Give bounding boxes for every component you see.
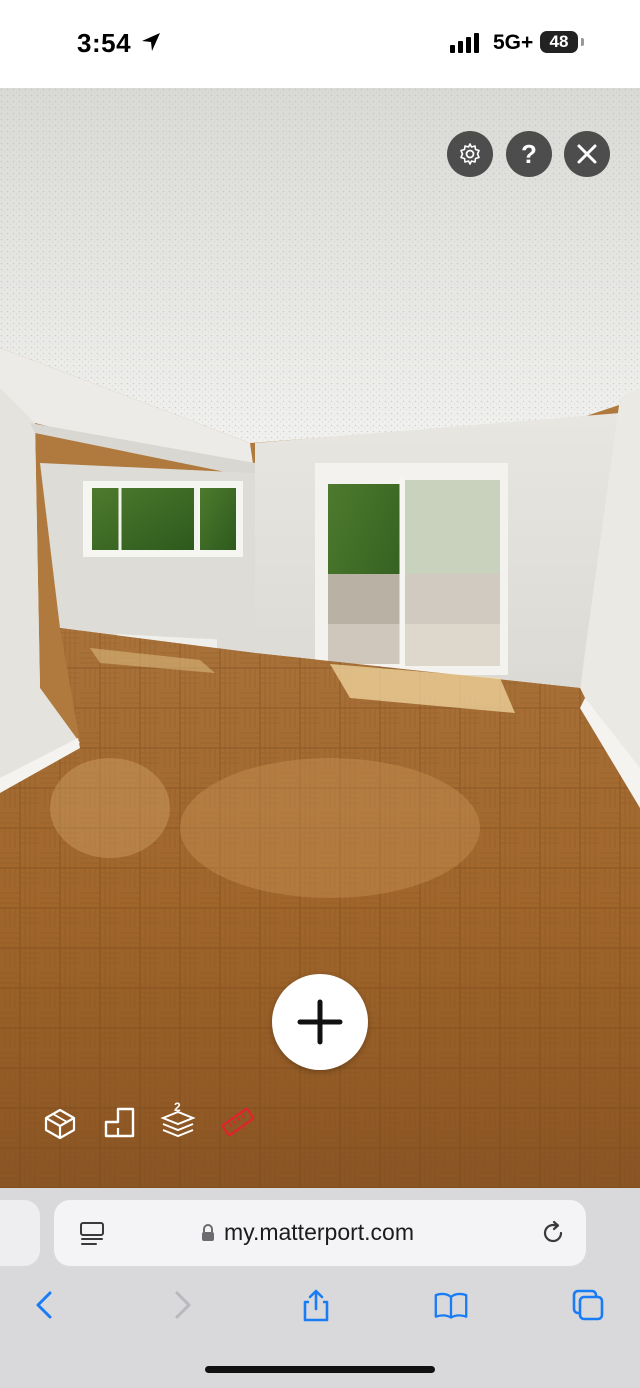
forward-icon[interactable]	[165, 1288, 199, 1322]
measure-tape-icon[interactable]	[220, 1104, 256, 1140]
battery-icon: 48	[540, 31, 578, 53]
reload-icon[interactable]	[540, 1220, 566, 1246]
share-icon[interactable]	[299, 1288, 333, 1322]
floor-count: 2	[174, 1100, 181, 1114]
settings-button[interactable]	[447, 131, 493, 177]
lock-icon	[202, 1224, 214, 1241]
close-button[interactable]	[564, 131, 610, 177]
floorplan-icon[interactable]	[102, 1104, 138, 1140]
cell-signal-icon	[450, 33, 479, 53]
close-x-icon	[577, 144, 597, 164]
address-bar[interactable]: my.matterport.com	[54, 1200, 586, 1266]
battery-cap	[581, 38, 584, 46]
dollhouse-icon[interactable]	[42, 1104, 78, 1140]
previous-tab-peek[interactable]	[0, 1200, 40, 1266]
add-button[interactable]	[272, 974, 368, 1070]
status-bar: 3:54 5G+ 48	[0, 0, 640, 88]
help-question-icon: ?	[521, 138, 537, 169]
url-text: my.matterport.com	[224, 1219, 414, 1245]
reader-icon[interactable]	[78, 1220, 106, 1248]
help-button[interactable]: ?	[506, 131, 552, 177]
settings-gear-icon	[460, 143, 480, 165]
location-arrow-icon	[142, 33, 160, 51]
back-icon[interactable]	[28, 1288, 62, 1322]
tabs-icon[interactable]	[571, 1288, 605, 1322]
plus-icon	[297, 999, 343, 1045]
matterport-viewer[interactable]: ? 2	[0, 88, 640, 1188]
status-time: 3:54	[77, 28, 132, 58]
network-type: 5G+	[493, 31, 534, 54]
bookmarks-icon[interactable]	[434, 1288, 468, 1322]
browser-toolbar: my.matterport.com	[0, 1188, 640, 1388]
home-indicator[interactable]	[205, 1366, 435, 1373]
